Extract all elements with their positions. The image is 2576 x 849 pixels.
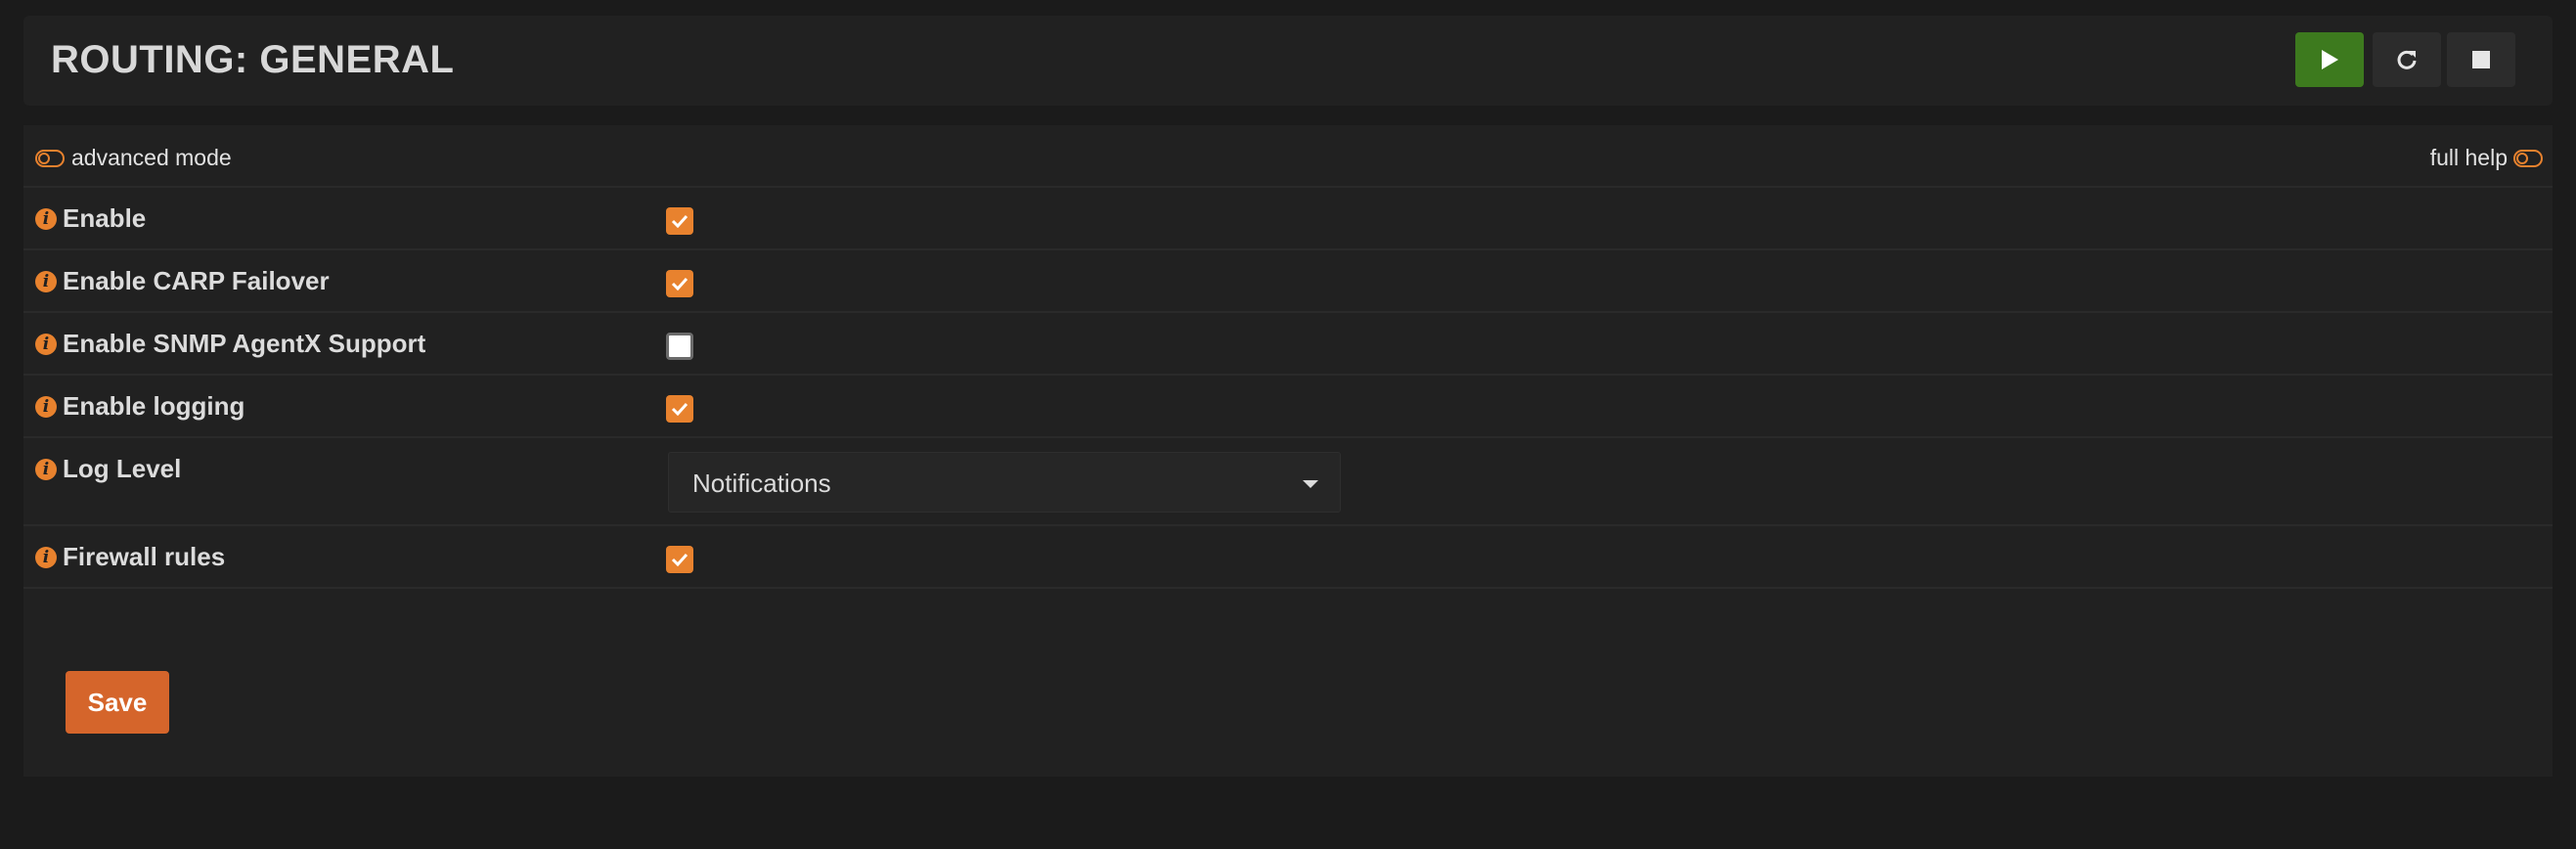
setting-row-carp: i Enable CARP Failover: [23, 250, 2553, 313]
advanced-mode-toggle[interactable]: advanced mode: [35, 145, 232, 171]
setting-label: Enable logging: [63, 391, 245, 421]
caret-down-icon: [1303, 480, 1318, 488]
log-level-select[interactable]: Notifications: [668, 452, 1341, 513]
toggle-off-icon: [35, 149, 65, 167]
restart-service-button[interactable]: [2373, 32, 2441, 87]
info-icon[interactable]: i: [35, 395, 57, 418]
advanced-mode-label: advanced mode: [71, 145, 232, 170]
snmp-agentx-checkbox[interactable]: [666, 333, 693, 360]
play-icon: [2322, 50, 2338, 69]
setting-label: Log Level: [63, 454, 182, 483]
toggle-off-icon: [2513, 149, 2543, 167]
full-help-label: full help: [2429, 145, 2508, 170]
setting-row-logging: i Enable logging: [23, 376, 2553, 438]
checkmark-icon: [671, 277, 688, 290]
checkmark-icon: [671, 402, 688, 416]
page-title: ROUTING: GENERAL: [51, 38, 455, 81]
refresh-icon: [2397, 50, 2417, 69]
checkmark-icon: [671, 553, 688, 566]
info-icon[interactable]: i: [35, 270, 57, 292]
setting-row-firewall: i Firewall rules: [23, 526, 2553, 589]
start-service-button[interactable]: [2295, 32, 2364, 87]
full-help-toggle[interactable]: full help: [2430, 145, 2543, 171]
setting-row-enable: i Enable: [23, 188, 2553, 250]
page-header: ROUTING: GENERAL: [23, 16, 2553, 106]
carp-failover-checkbox[interactable]: [666, 270, 693, 297]
info-icon[interactable]: i: [35, 458, 57, 480]
setting-label: Enable: [63, 203, 147, 233]
stop-icon: [2472, 51, 2490, 68]
setting-row-log-level: i Log Level Notifications: [23, 438, 2553, 526]
toolbar-row: advanced mode full help: [23, 125, 2553, 188]
save-button[interactable]: Save: [66, 671, 169, 734]
settings-panel: advanced mode full help i Enable i Enabl…: [23, 125, 2553, 777]
enable-checkbox[interactable]: [666, 207, 693, 235]
setting-row-snmp: i Enable SNMP AgentX Support: [23, 313, 2553, 376]
logging-checkbox[interactable]: [666, 395, 693, 423]
firewall-rules-checkbox[interactable]: [666, 546, 693, 573]
info-icon[interactable]: i: [35, 546, 57, 568]
stop-service-button[interactable]: [2447, 32, 2515, 87]
setting-label: Firewall rules: [63, 542, 226, 571]
setting-label: Enable CARP Failover: [63, 266, 330, 295]
setting-label: Enable SNMP AgentX Support: [63, 329, 426, 358]
info-icon[interactable]: i: [35, 207, 57, 230]
info-icon[interactable]: i: [35, 333, 57, 355]
log-level-value: Notifications: [692, 469, 831, 498]
checkmark-icon: [671, 214, 688, 228]
